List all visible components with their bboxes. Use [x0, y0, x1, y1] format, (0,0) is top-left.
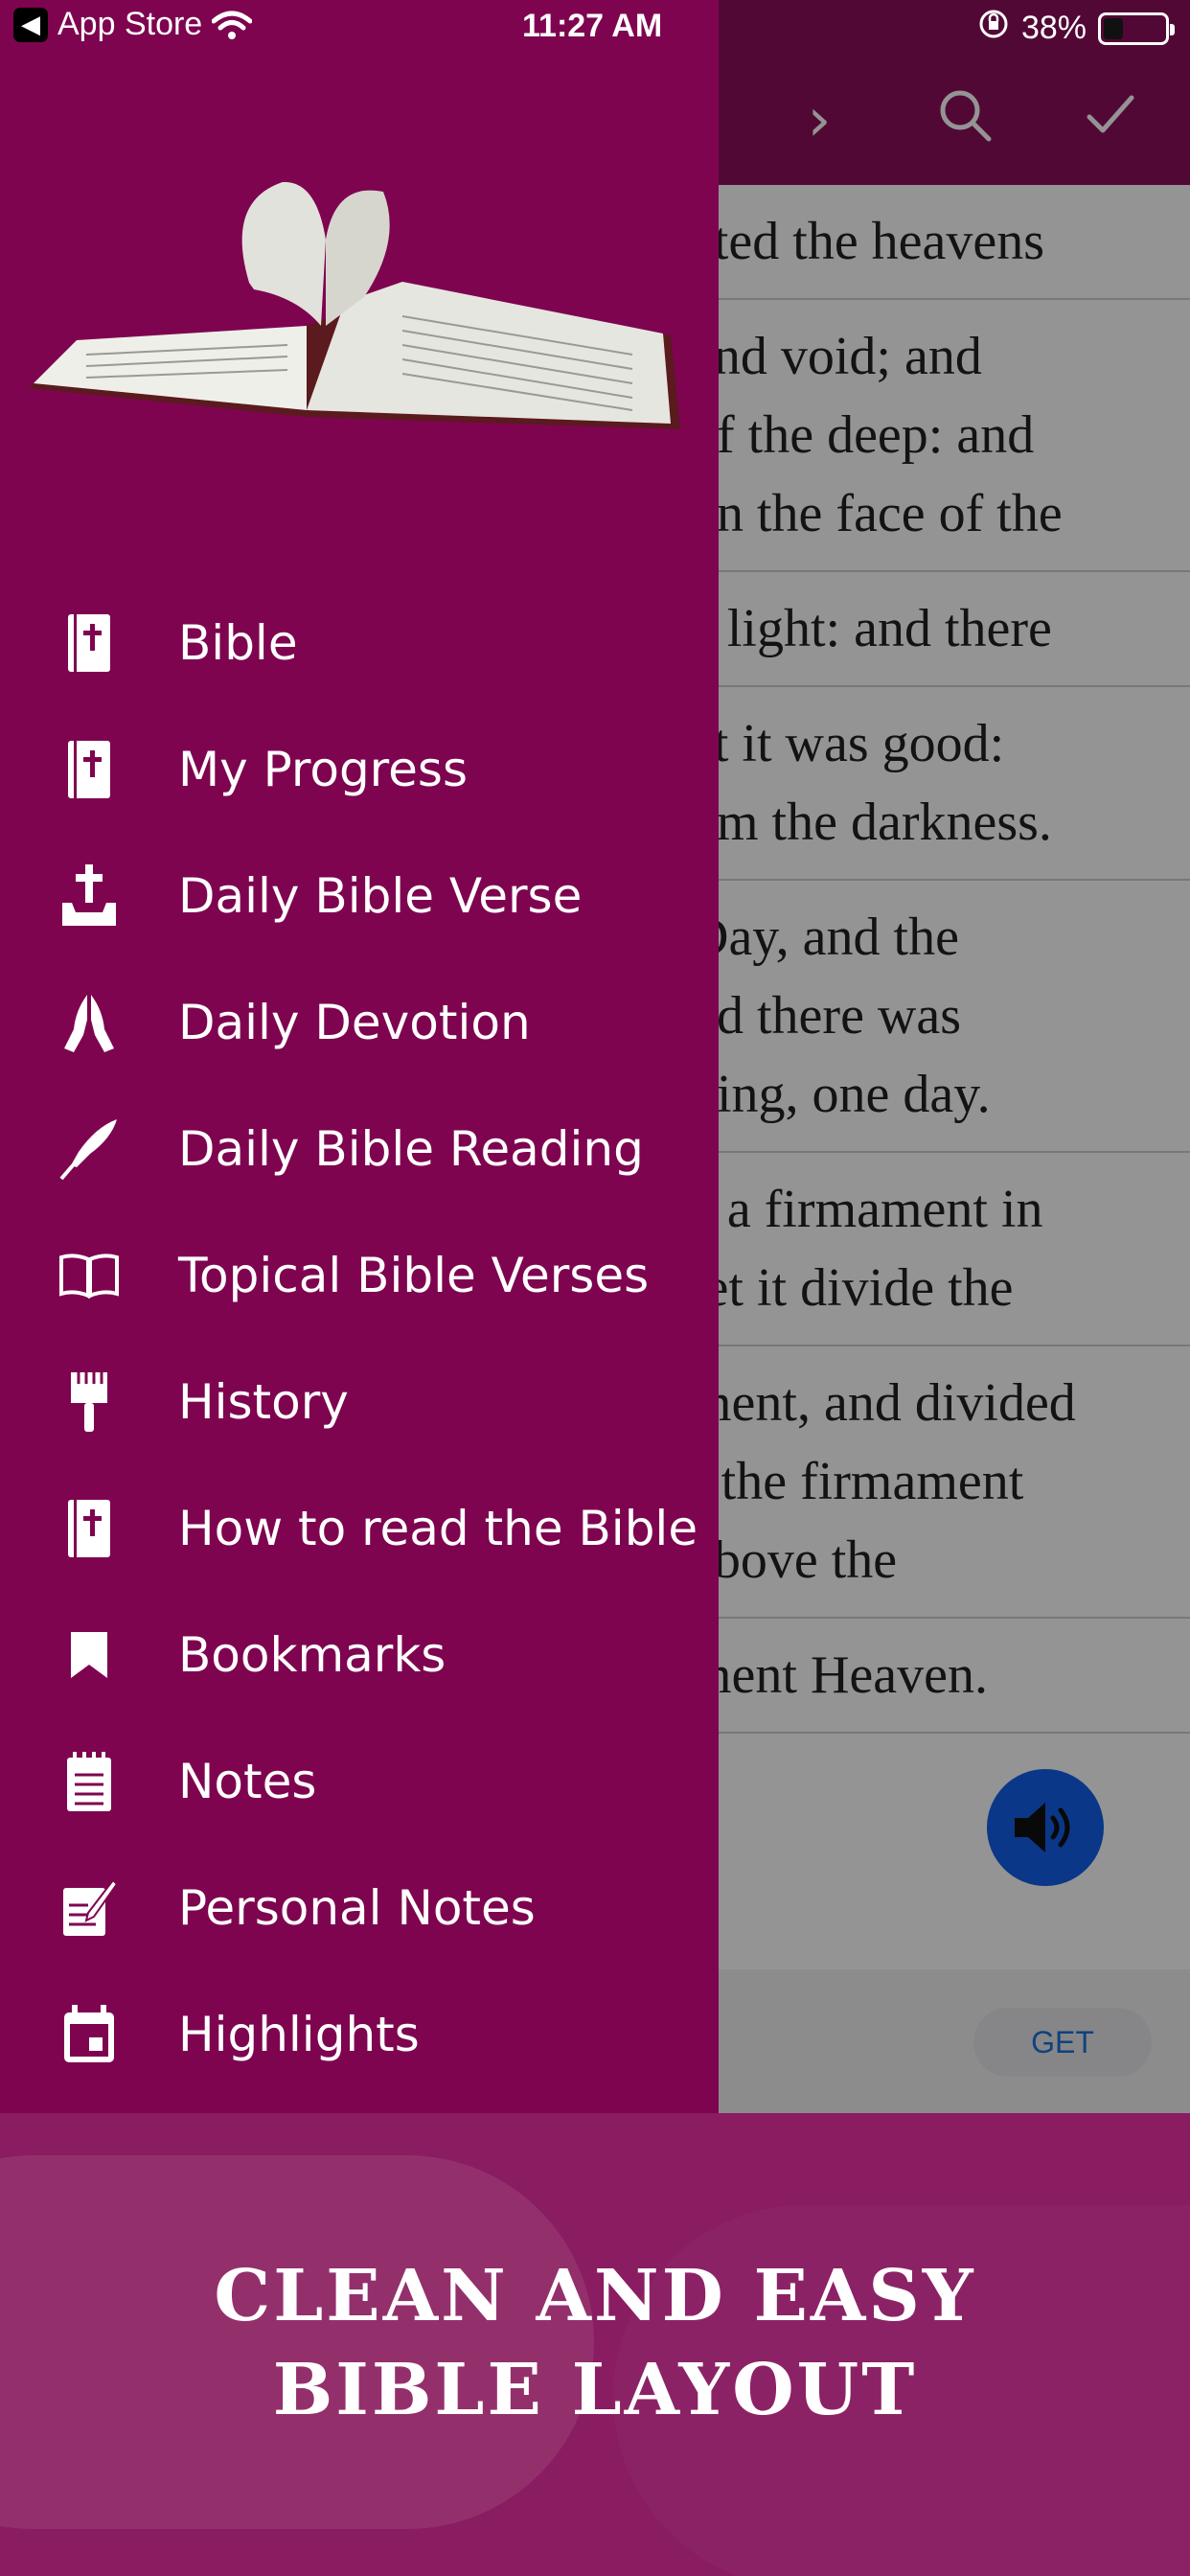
navigation-drawer: Bible My Progress Daily Bible Verse Dail…: [0, 0, 719, 2113]
menu-item-label: Bible: [178, 615, 298, 671]
calendar-icon: [56, 2001, 123, 2068]
open-bible-logo: [19, 181, 699, 450]
orientation-lock-icon: [977, 8, 1010, 49]
menu-item-label: How to read the Bible: [178, 1501, 698, 1556]
open-book-icon: [56, 1242, 123, 1309]
menu-item-label: Notes: [178, 1754, 317, 1809]
status-bar: ◀ App Store 11:27 AM 38%: [0, 0, 1190, 59]
wifi-icon: [212, 10, 253, 40]
menu-item-personal-notes[interactable]: Personal Notes: [0, 1845, 719, 1971]
menu-item-label: Daily Bible Reading: [178, 1121, 644, 1177]
quill-icon: [56, 1116, 123, 1183]
menu-item-label: Personal Notes: [178, 1880, 536, 1936]
clock: 11:27 AM: [522, 8, 663, 44]
menu-item-bible[interactable]: Bible: [0, 580, 719, 706]
menu-item-highlights[interactable]: Highlights: [0, 1971, 719, 2098]
menu-item-notes[interactable]: Notes: [0, 1718, 719, 1845]
menu-item-history[interactable]: History: [0, 1339, 719, 1465]
notepad-icon: [56, 1748, 123, 1815]
decorative-shape: [0, 2155, 594, 2529]
menu-item-label: Topical Bible Verses: [178, 1248, 650, 1303]
menu-item-how-to-read[interactable]: How to read the Bible: [0, 1465, 719, 1592]
menu-item-my-progress[interactable]: My Progress: [0, 706, 719, 833]
back-arrow-icon[interactable]: ◀: [13, 7, 48, 42]
menu-item-label: Daily Devotion: [178, 995, 531, 1050]
promo-banner: CLEAN AND EASY BIBLE LAYOUT: [0, 2113, 1190, 2576]
menu-item-topical-bible-verses[interactable]: Topical Bible Verses: [0, 1212, 719, 1339]
praying-hands-icon: [56, 989, 123, 1056]
promo-headline-line2: BIBLE LAYOUT: [272, 2349, 918, 2431]
bible-icon: [56, 610, 123, 677]
battery-icon: [1098, 12, 1175, 45]
bible-icon: [56, 736, 123, 803]
menu-item-daily-bible-verse[interactable]: Daily Bible Verse: [0, 833, 719, 959]
drawer-menu: Bible My Progress Daily Bible Verse Dail…: [0, 580, 719, 2098]
menu-item-label: Highlights: [178, 2007, 420, 2062]
cross-tray-icon: [56, 862, 123, 930]
bookmark-icon: [56, 1622, 123, 1689]
battery-percent: 38%: [1020, 10, 1087, 46]
bible-icon: [56, 1495, 123, 1562]
menu-item-daily-devotion[interactable]: Daily Devotion: [0, 959, 719, 1086]
edit-note-icon: [56, 1874, 123, 1942]
menu-item-bookmarks[interactable]: Bookmarks: [0, 1592, 719, 1718]
back-to-app-label[interactable]: App Store: [57, 6, 202, 43]
menu-item-label: Daily Bible Verse: [178, 868, 583, 924]
menu-item-label: History: [178, 1374, 349, 1430]
menu-item-label: My Progress: [178, 742, 469, 797]
menu-item-daily-bible-reading[interactable]: Daily Bible Reading: [0, 1086, 719, 1212]
brush-icon: [56, 1368, 123, 1436]
menu-item-label: Bookmarks: [178, 1627, 446, 1683]
promo-headline-line1: CLEAN AND EASY: [214, 2255, 976, 2337]
